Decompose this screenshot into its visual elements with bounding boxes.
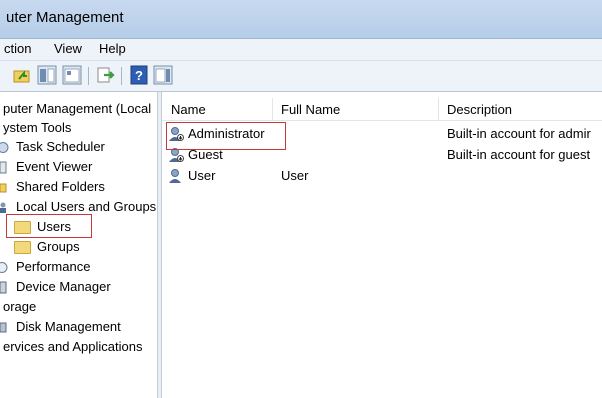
tree-item-storage[interactable]: orage — [3, 298, 36, 316]
tree-item-disk-management[interactable]: Disk Management — [0, 318, 121, 336]
tree-item-groups[interactable]: Groups — [14, 238, 80, 256]
user-description: Built-in account for guest — [447, 147, 591, 162]
window-title: uter Management — [6, 9, 124, 26]
up-folder-icon[interactable] — [12, 65, 32, 85]
user-account-icon — [169, 169, 181, 183]
toolbar-separator — [121, 67, 122, 85]
tree-item-label: Device Manager — [16, 279, 111, 294]
help-icon[interactable]: ? — [129, 65, 149, 85]
show-action-pane-icon[interactable] — [153, 65, 173, 85]
toolbar: ? — [0, 61, 602, 92]
user-list-view: Name Full Name Description Administrator… — [162, 92, 602, 398]
tree-item-label: Shared Folders — [16, 179, 105, 194]
tree-item-label: ystem Tools — [3, 120, 72, 135]
user-full-name: User — [281, 168, 309, 183]
tree-item-label: ervices and Applications — [3, 339, 143, 354]
tree-item-system-tools[interactable]: ystem Tools — [3, 119, 71, 137]
console-tree: puter Management (Local ystem Tools Task… — [0, 92, 157, 398]
user-name: User — [188, 168, 216, 183]
tree-item-performance[interactable]: Performance — [0, 258, 90, 276]
table-row[interactable]: User User — [162, 166, 602, 186]
menu-bar: ction View Help — [0, 39, 602, 61]
tree-item-label: Performance — [16, 259, 91, 274]
tree-item-label: puter Management (Local — [3, 101, 152, 116]
tree-item-computer-management[interactable]: puter Management (Local — [3, 100, 151, 118]
tree-item-label: Event Viewer — [16, 159, 93, 174]
tree-item-label: orage — [3, 299, 37, 314]
shared-folder-icon — [0, 183, 7, 193]
menu-help[interactable]: Help — [99, 41, 126, 56]
column-header-name[interactable]: Name — [171, 102, 206, 117]
menu-action[interactable]: ction — [4, 41, 31, 56]
disk-icon — [0, 322, 7, 333]
show-hide-tree-icon[interactable] — [37, 65, 57, 85]
column-separator[interactable] — [272, 98, 273, 120]
tree-item-services-applications[interactable]: ervices and Applications — [3, 338, 142, 356]
toolbar-separator — [88, 67, 89, 85]
device-manager-icon — [0, 281, 7, 294]
column-header-description[interactable]: Description — [447, 102, 512, 117]
performance-icon — [0, 262, 8, 274]
menu-view[interactable]: View — [54, 41, 82, 56]
column-header-full-name[interactable]: Full Name — [281, 102, 340, 117]
clock-icon — [0, 142, 9, 154]
tree-item-task-scheduler[interactable]: Task Scheduler — [0, 138, 105, 156]
tree-item-device-manager[interactable]: Device Manager — [0, 278, 111, 296]
users-groups-icon — [0, 202, 6, 214]
highlight-box — [166, 122, 286, 150]
tree-item-label: Task Scheduler — [16, 139, 105, 154]
tree-item-label: Disk Management — [16, 319, 121, 334]
tree-item-label: Local Users and Groups — [16, 199, 157, 214]
list-header: Name Full Name Description — [162, 98, 602, 121]
export-list-icon[interactable] — [96, 65, 116, 85]
title-bar: uter Management — [0, 0, 602, 39]
folder-icon — [14, 241, 31, 255]
user-description: Built-in account for admir — [447, 126, 591, 141]
show-tree-icon[interactable] — [62, 65, 82, 85]
svg-text:?: ? — [135, 68, 143, 83]
tree-item-shared-folders[interactable]: Shared Folders — [0, 178, 105, 196]
tree-item-event-viewer[interactable]: Event Viewer — [0, 158, 92, 176]
highlight-box — [6, 214, 92, 238]
event-viewer-icon — [0, 161, 7, 174]
column-separator[interactable] — [438, 98, 439, 120]
tree-item-label: Groups — [37, 239, 80, 254]
